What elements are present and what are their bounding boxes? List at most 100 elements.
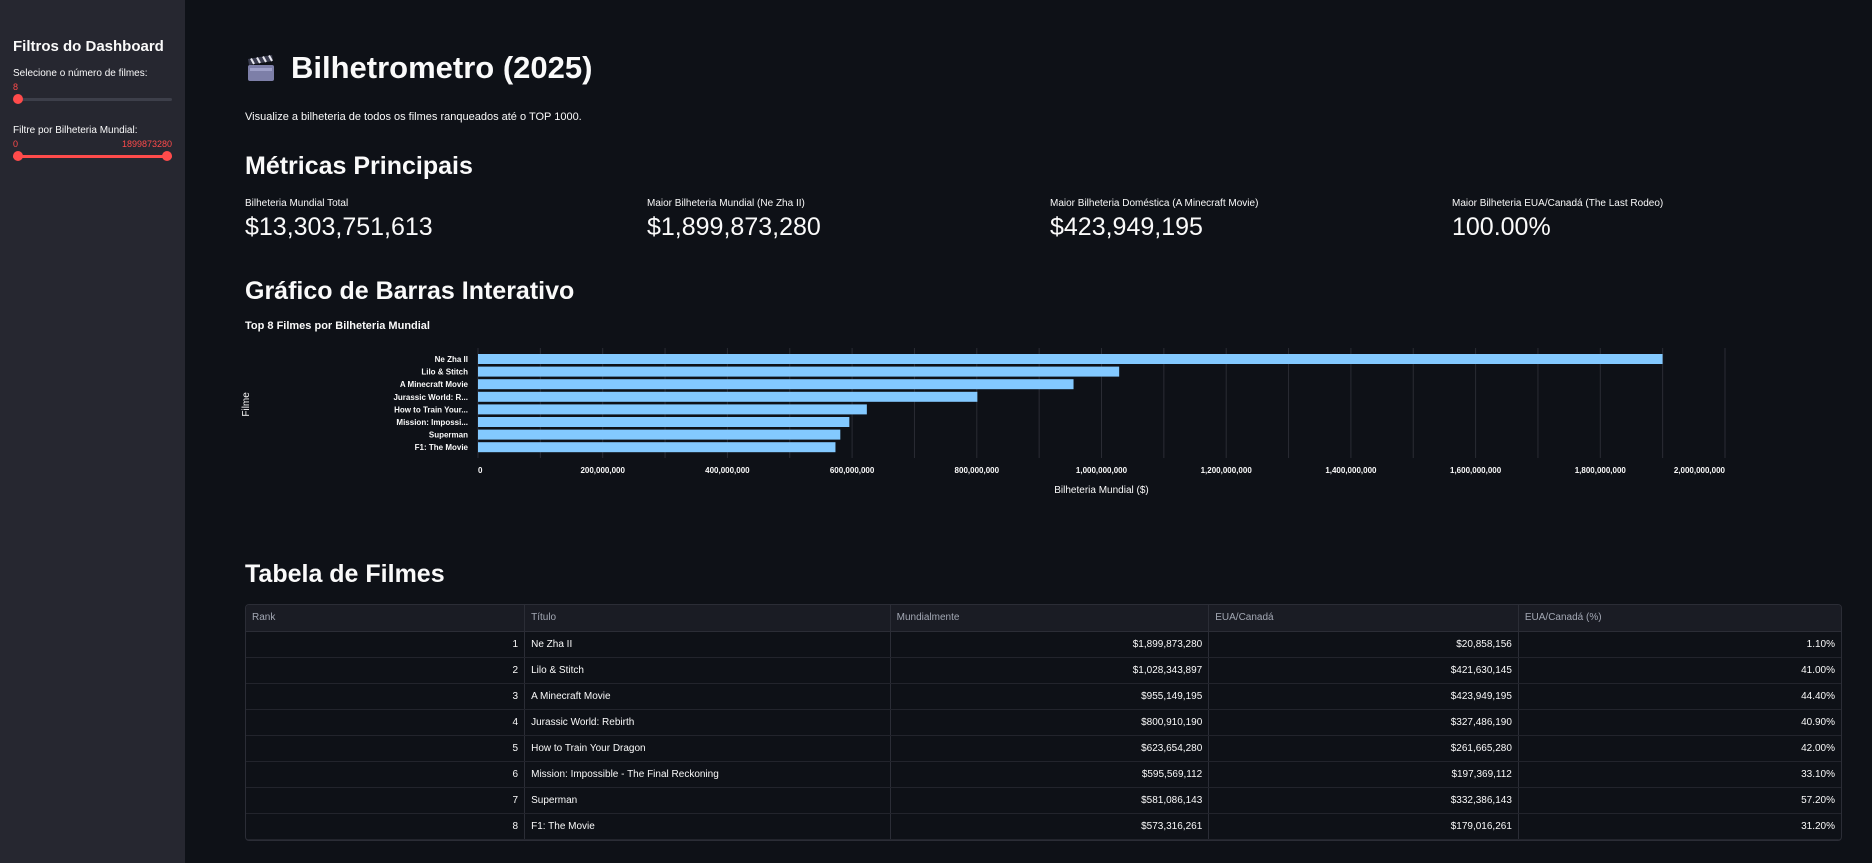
count-slider-value: 8 xyxy=(13,82,19,92)
gross-slider-value-row: 0 1899873280 xyxy=(13,139,172,150)
x-axis-label: Bilheteria Mundial ($) xyxy=(1054,485,1149,496)
bar[interactable] xyxy=(478,391,978,402)
table-cell[interactable]: $955,149,195 xyxy=(890,683,1210,710)
x-tick-label: 1,200,000,000 xyxy=(1201,466,1253,475)
count-slider-track[interactable] xyxy=(13,98,172,101)
table-cell[interactable]: Jurassic World: Rebirth xyxy=(524,709,891,736)
y-tick-label: F1: The Movie xyxy=(415,443,469,452)
table-cell[interactable]: 2 xyxy=(246,657,526,684)
bar-chart[interactable]: Ne Zha II Lilo & Stitch A Minecraft Movie J… xyxy=(240,340,1850,520)
table-cell[interactable]: How to Train Your Dragon xyxy=(524,735,891,762)
bar[interactable] xyxy=(478,366,1120,377)
table-row[interactable]: 1 Ne Zha II $1,899,873,280 $20,858,156 1.10% xyxy=(246,631,1841,658)
count-slider[interactable] xyxy=(13,93,172,105)
table-cell[interactable]: $332,386,143 xyxy=(1208,787,1519,814)
metric-value: 100.00% xyxy=(1452,213,1551,241)
x-tick-label: 0 xyxy=(478,466,483,475)
bar[interactable] xyxy=(478,429,841,440)
column-header[interactable]: EUA/Canadá (%) xyxy=(1518,605,1841,632)
gross-slider[interactable] xyxy=(13,150,172,162)
bar[interactable] xyxy=(478,442,836,453)
count-slider-label: Selecione o número de filmes: xyxy=(13,68,148,79)
table-cell[interactable]: 6 xyxy=(246,761,526,788)
gross-slider-max-thumb[interactable] xyxy=(162,151,172,161)
bar[interactable] xyxy=(478,404,867,415)
table-cell[interactable]: $423,949,195 xyxy=(1208,683,1519,710)
table-cell[interactable]: $327,486,190 xyxy=(1208,709,1519,736)
y-tick-label: Ne Zha II xyxy=(435,355,468,364)
table-cell[interactable]: 3 xyxy=(246,683,526,710)
table-row[interactable]: 7 Superman $581,086,143 $332,386,143 57.20% xyxy=(246,787,1841,814)
table-cell[interactable]: Ne Zha II xyxy=(524,631,891,658)
table-cell[interactable]: $179,016,261 xyxy=(1208,813,1519,840)
table-cell[interactable]: 5 xyxy=(246,735,526,762)
table-cell[interactable]: 40.90% xyxy=(1518,709,1841,736)
table-cell[interactable]: 44.40% xyxy=(1518,683,1841,710)
column-header[interactable]: Rank xyxy=(246,605,526,632)
table-cell[interactable]: 42.00% xyxy=(1518,735,1841,762)
count-slider-value-row: 8 xyxy=(13,82,172,93)
table-cell[interactable]: 8 xyxy=(246,813,526,840)
sidebar: Filtros do Dashboard Selecione o número … xyxy=(0,0,185,863)
metric-label: Maior Bilheteria Mundial (Ne Zha II) xyxy=(647,198,805,209)
count-slider-thumb[interactable] xyxy=(13,94,23,104)
metrics-heading: Métricas Principais xyxy=(245,152,473,180)
table-cell[interactable]: 41.00% xyxy=(1518,657,1841,684)
table-cell[interactable]: 4 xyxy=(246,709,526,736)
table-cell[interactable]: $421,630,145 xyxy=(1208,657,1519,684)
table-cell[interactable]: $197,369,112 xyxy=(1208,761,1519,788)
table-cell[interactable]: $623,654,280 xyxy=(890,735,1210,762)
table-cell[interactable]: 7 xyxy=(246,787,526,814)
x-tick-label: 1,600,000,000 xyxy=(1450,466,1502,475)
table-cell[interactable]: $20,858,156 xyxy=(1208,631,1519,658)
table-cell[interactable]: $1,899,873,280 xyxy=(890,631,1210,658)
x-tick-label: 800,000,000 xyxy=(955,466,1000,475)
table-row[interactable]: 6 Mission: Impossible - The Final Reckoni… xyxy=(246,761,1841,788)
y-tick-label: How to Train Your... xyxy=(394,405,468,414)
table-cell[interactable]: $595,569,112 xyxy=(890,761,1210,788)
table-cell[interactable]: $800,910,190 xyxy=(890,709,1210,736)
table-cell[interactable]: $581,086,143 xyxy=(890,787,1210,814)
column-header[interactable]: Título xyxy=(524,605,891,632)
y-tick-label: Lilo & Stitch xyxy=(421,368,468,377)
app-root: Filtros do Dashboard Selecione o número … xyxy=(0,0,1872,863)
sidebar-title: Filtros do Dashboard xyxy=(13,38,164,55)
x-tick-label: 400,000,000 xyxy=(705,466,750,475)
bar[interactable] xyxy=(478,379,1074,390)
main-content: Bilhetrometro (2025) Visualize a bilhete… xyxy=(185,0,1872,863)
metric-top-us-share: Maior Bilheteria EUA/Canadá (The Last Ro… xyxy=(1452,198,1663,242)
gross-slider-min-thumb[interactable] xyxy=(13,151,23,161)
x-tick-label: 1,400,000,000 xyxy=(1325,466,1377,475)
films-table[interactable]: Rank Título Mundialmente EUA/Canadá EUA/Cana… xyxy=(245,604,1842,841)
table-cell[interactable]: 31.20% xyxy=(1518,813,1841,840)
table-cell[interactable]: A Minecraft Movie xyxy=(524,683,891,710)
bar[interactable] xyxy=(478,354,1663,364)
table-row[interactable]: 2 Lilo & Stitch $1,028,343,897 $421,630,145… xyxy=(246,657,1841,684)
table-heading: Tabela de Filmes xyxy=(245,560,445,588)
bar[interactable] xyxy=(478,417,850,427)
table-cell[interactable]: $261,665,280 xyxy=(1208,735,1519,762)
page-header: Bilhetrometro (2025) xyxy=(245,50,592,86)
table-row[interactable]: 4 Jurassic World: Rebirth $800,910,190 $327… xyxy=(246,709,1841,736)
column-header[interactable]: Mundialmente xyxy=(890,605,1210,632)
column-header[interactable]: EUA/Canadá xyxy=(1208,605,1519,632)
metric-top-worldwide: Maior Bilheteria Mundial (Ne Zha II) $1,… xyxy=(647,198,821,242)
table-row[interactable]: 3A Minecraft Movie $955,149,195 $423,949,1… xyxy=(246,683,1841,710)
table-cell[interactable]: Superman xyxy=(524,787,891,814)
table-cell[interactable]: $1,028,343,897 xyxy=(890,657,1210,684)
x-tick-label: 1,800,000,000 xyxy=(1575,466,1627,475)
table-cell[interactable]: F1: The Movie xyxy=(524,813,891,840)
table-cell[interactable]: 1.10% xyxy=(1518,631,1841,658)
table-cell[interactable]: 33.10% xyxy=(1518,761,1841,788)
metric-value: $13,303,751,613 xyxy=(245,213,433,241)
table-row[interactable]: 5 How to Train Your Dragon $623,654,280 $26… xyxy=(246,735,1841,762)
y-tick-label: Superman xyxy=(429,431,468,440)
table-cell[interactable]: 57.20% xyxy=(1518,787,1841,814)
x-tick-label: 1,000,000,000 xyxy=(1076,466,1128,475)
table-cell[interactable]: Mission: Impossible - The Final Reckonin… xyxy=(524,761,891,788)
table-cell[interactable]: Lilo & Stitch xyxy=(524,657,891,684)
table-cell[interactable]: $573,316,261 xyxy=(890,813,1210,840)
table-row[interactable]: 8 F1: The Movie $573,316,261 $179,016,261 31… xyxy=(246,813,1841,840)
metric-value: $1,899,873,280 xyxy=(647,213,821,241)
table-cell[interactable]: 1 xyxy=(246,631,526,658)
